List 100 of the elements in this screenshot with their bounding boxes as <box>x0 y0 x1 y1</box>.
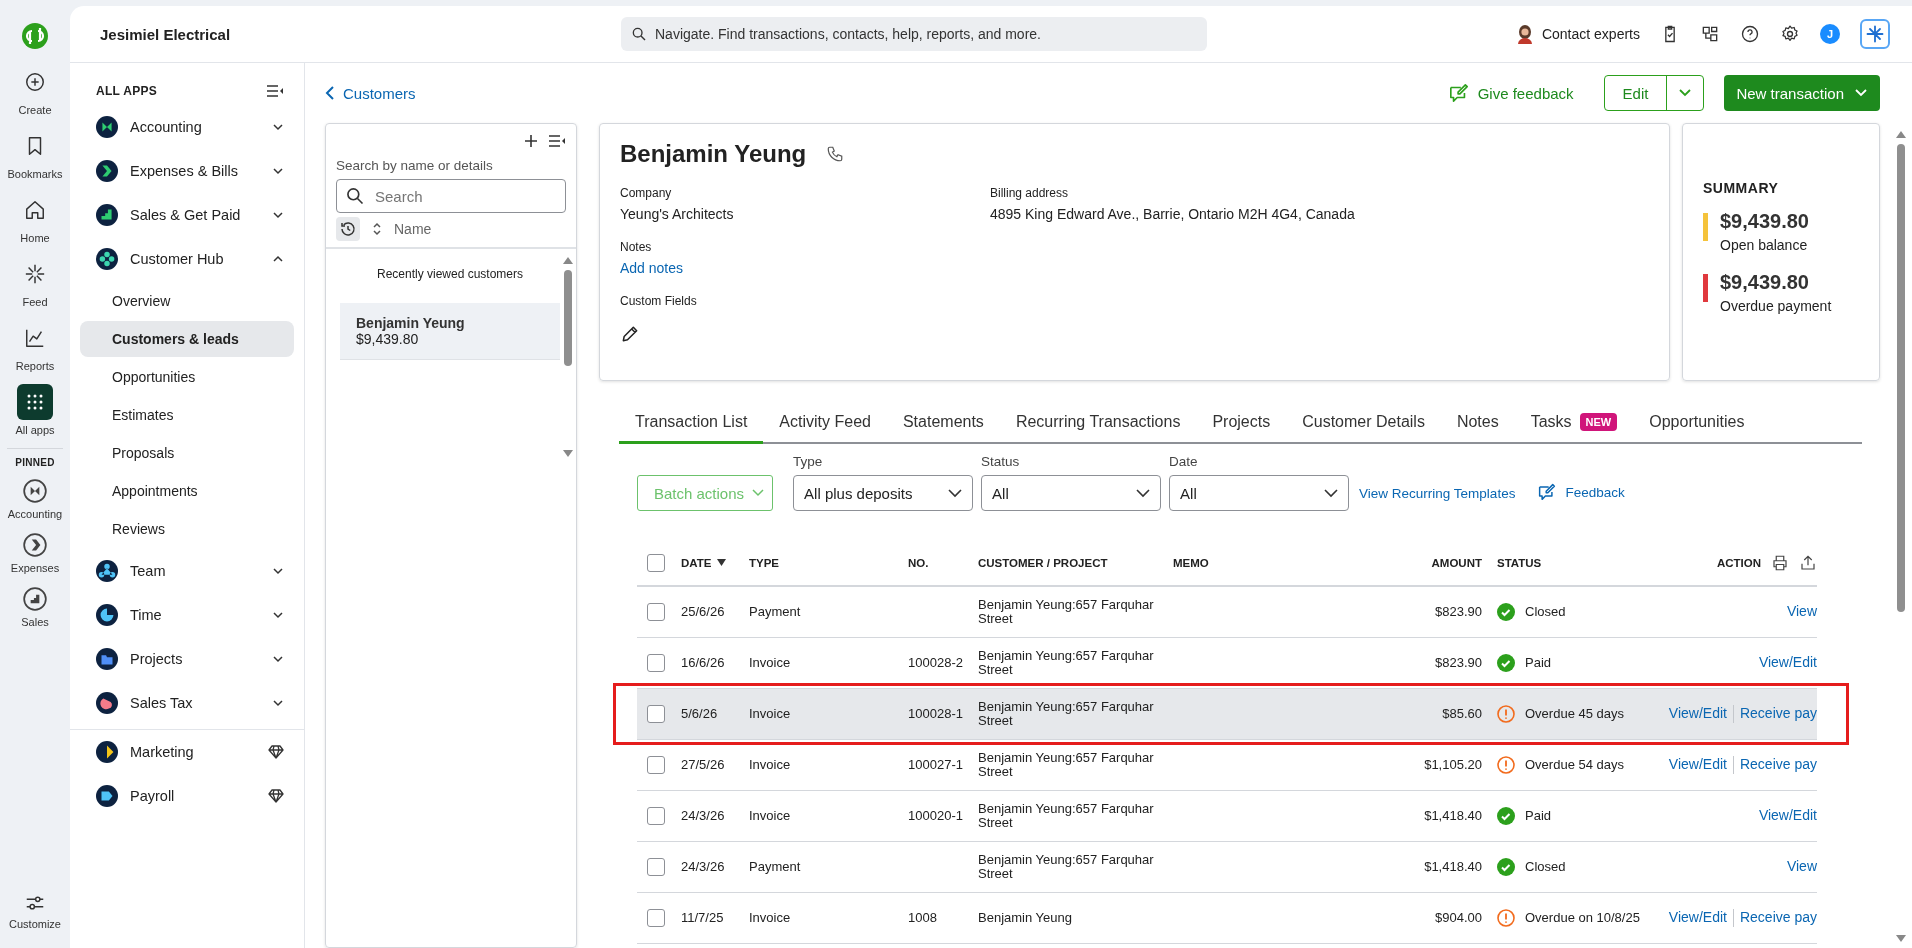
filter-dropdown[interactable]: All <box>981 475 1162 511</box>
action-link[interactable]: View/Edit <box>1758 808 1817 824</box>
tab[interactable]: Statements <box>886 405 1000 444</box>
row-checkbox[interactable] <box>647 807 665 825</box>
table-cell: 5/6/26 <box>681 706 718 722</box>
tab[interactable]: Customer Details <box>1286 405 1441 444</box>
rail-nav-item[interactable]: Home <box>2 186 68 250</box>
row-checkbox[interactable] <box>647 654 665 672</box>
tab[interactable]: Projects <box>1196 405 1287 444</box>
submenu-item[interactable]: Estimates <box>80 397 294 433</box>
tab[interactable]: Tasks NEW <box>1514 405 1634 444</box>
app-menu-item[interactable]: Team <box>80 549 294 593</box>
row-checkbox[interactable] <box>647 603 665 621</box>
app-menu-item[interactable]: Accounting <box>80 105 294 149</box>
app-menu-item[interactable]: Sales Tax <box>80 681 294 725</box>
contact-experts-button[interactable]: Contact experts <box>1515 24 1640 44</box>
submenu-item[interactable]: Customers & leads <box>80 321 294 357</box>
tab[interactable]: Recurring Transactions <box>999 405 1197 444</box>
sort-icon[interactable] <box>372 222 382 236</box>
collapse-menu-icon[interactable] <box>266 84 284 98</box>
column-header[interactable]: STATUS <box>1497 556 1542 570</box>
action-link[interactable]: Receive pay <box>1739 910 1817 926</box>
select-all-checkbox[interactable] <box>647 554 665 572</box>
action-link[interactable]: View/Edit <box>1758 655 1817 671</box>
column-header[interactable]: MEMO <box>1173 556 1209 570</box>
export-icon[interactable] <box>1799 554 1817 572</box>
tab[interactable]: Activity Feed <box>763 405 887 444</box>
assistant-button[interactable] <box>1860 19 1890 49</box>
submenu-item[interactable]: Opportunities <box>80 359 294 395</box>
table-cell: $1,105.20 <box>1424 757 1482 773</box>
submenu-item[interactable]: Reviews <box>80 511 294 547</box>
app-menu-item[interactable]: Expenses & Bills <box>80 149 294 193</box>
action-link[interactable]: View <box>1786 604 1817 620</box>
app-menu-item[interactable]: Sales & Get Paid <box>80 193 294 237</box>
filter-dropdown[interactable]: All <box>1169 475 1350 511</box>
search-field[interactable]: Navigate. Find transactions, contacts, help, reports, and more. <box>621 17 1207 51</box>
app-icon <box>96 604 118 626</box>
customer-list-item[interactable]: Benjamin Yeung $9,439.80 <box>340 303 560 360</box>
phone-icon[interactable] <box>826 145 845 163</box>
action-link[interactable]: Receive pay <box>1739 706 1817 722</box>
app-icon <box>96 560 118 582</box>
action-link[interactable]: View/Edit <box>1668 757 1727 773</box>
row-checkbox[interactable] <box>647 756 665 774</box>
pencil-icon[interactable] <box>620 324 640 344</box>
logo-icon[interactable] <box>21 22 49 50</box>
app-menu-item[interactable]: Payroll <box>80 774 294 818</box>
recurring-templates-link[interactable]: View Recurring Templates <box>1359 486 1516 501</box>
row-checkbox[interactable] <box>647 909 665 927</box>
app-menu-item[interactable]: Time <box>80 593 294 637</box>
rail-nav-item[interactable]: Feed <box>2 250 68 314</box>
collapse-menu-icon[interactable] <box>548 134 566 148</box>
app-menu-item[interactable]: Projects <box>80 637 294 681</box>
customize-button[interactable]: Customize <box>2 886 68 936</box>
settings-icon[interactable] <box>1780 24 1800 44</box>
print-icon[interactable] <box>1771 554 1789 572</box>
pinned-app[interactable]: Sales <box>2 580 68 634</box>
add-notes-link[interactable]: Add notes <box>620 260 684 276</box>
customer-name: Benjamin Yeung <box>620 140 807 168</box>
submenu-item[interactable]: Overview <box>80 283 294 319</box>
column-header[interactable]: CUSTOMER / PROJECT <box>978 556 1108 570</box>
column-header[interactable]: NO. <box>908 556 929 570</box>
rail-nav-item[interactable]: Create <box>2 58 68 122</box>
rail-nav-item[interactable]: Bookmarks <box>2 122 68 186</box>
tab[interactable]: Transaction List <box>619 405 764 444</box>
tab[interactable]: Opportunities <box>1633 405 1761 444</box>
action-link[interactable]: View/Edit <box>1668 910 1727 926</box>
action-link[interactable]: View/Edit <box>1668 706 1727 722</box>
rail-nav-item[interactable]: Reports <box>2 314 68 378</box>
column-header[interactable]: TYPE <box>749 556 780 570</box>
column-header[interactable]: AMOUNT <box>1431 556 1482 570</box>
give-feedback-link[interactable]: Give feedback <box>1447 83 1574 103</box>
column-header[interactable]: DATE <box>681 556 727 570</box>
row-checkbox[interactable] <box>647 858 665 876</box>
customer-search-field[interactable]: Search <box>336 179 566 213</box>
diamond-icon <box>268 789 284 803</box>
help-icon[interactable] <box>1740 24 1760 44</box>
back-link[interactable]: Customers <box>325 84 416 102</box>
add-icon[interactable] <box>524 134 538 148</box>
sort-label[interactable]: Name <box>394 221 432 237</box>
tab[interactable]: Notes <box>1440 405 1515 444</box>
feedback-link[interactable]: Feedback <box>1537 483 1625 501</box>
filter-dropdown[interactable]: All plus deposits <box>793 475 974 511</box>
action-link[interactable]: View <box>1786 859 1817 875</box>
app-menu-item[interactable]: Marketing <box>80 730 294 774</box>
chevron-left-icon <box>325 86 335 100</box>
app-menu-item[interactable]: Customer Hub <box>80 237 294 281</box>
row-checkbox[interactable] <box>647 705 665 723</box>
pinned-app[interactable]: Expenses <box>2 526 68 580</box>
all-apps-heading: ALL APPS <box>96 84 158 98</box>
pinned-app[interactable]: Accounting <box>2 472 68 526</box>
new-transaction-button[interactable]: New transaction <box>1724 75 1880 111</box>
sparkle-icon <box>24 263 46 285</box>
history-button[interactable] <box>336 217 360 241</box>
history-icon <box>339 220 357 238</box>
action-link[interactable]: Receive pay <box>1739 757 1817 773</box>
apps-icon[interactable] <box>1700 24 1720 44</box>
column-header[interactable]: ACTION <box>1716 556 1761 570</box>
submenu-item[interactable]: Appointments <box>80 473 294 509</box>
submenu-item[interactable]: Proposals <box>80 435 294 471</box>
rail-nav-item[interactable]: All apps <box>2 378 68 442</box>
